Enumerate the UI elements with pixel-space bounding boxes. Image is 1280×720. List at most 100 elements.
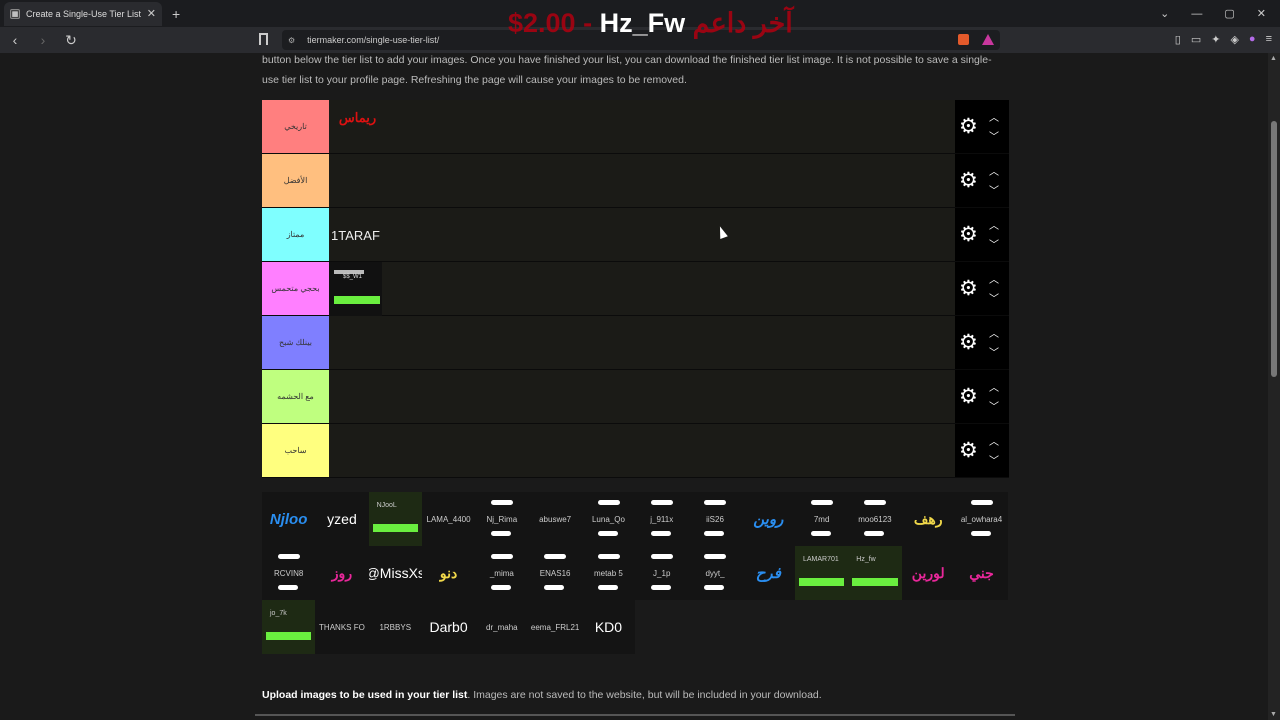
- pool-image[interactable]: iiS26: [688, 492, 742, 546]
- forward-icon[interactable]: ›: [36, 32, 50, 49]
- pool-image-label: لورين: [911, 564, 945, 581]
- pool-image[interactable]: J_1p: [635, 546, 689, 600]
- pool-image[interactable]: Darb0: [421, 600, 476, 654]
- pool-image[interactable]: 7md: [794, 492, 849, 546]
- pool-image[interactable]: ENAS16: [528, 546, 582, 600]
- tier-item[interactable]: ريماس: [331, 100, 384, 154]
- gear-icon[interactable]: ⚙: [959, 440, 978, 461]
- pool-image[interactable]: j_911x: [635, 492, 689, 546]
- menu-icon[interactable]: ≡: [1266, 33, 1272, 46]
- pool-image[interactable]: metab 5: [581, 546, 636, 600]
- back-icon[interactable]: ‹: [8, 32, 22, 49]
- move-down-icon[interactable]: ﹀: [989, 128, 999, 147]
- tier-dropzone[interactable]: $$_W1: [329, 262, 955, 316]
- tier-dropzone[interactable]: 1TARAF: [329, 208, 955, 261]
- tier-label[interactable]: مع الحشمه: [262, 370, 329, 423]
- gear-icon[interactable]: ⚙: [959, 170, 978, 191]
- pool-image[interactable]: روز: [315, 546, 369, 600]
- move-down-icon[interactable]: ﹀: [989, 182, 999, 201]
- new-tab-icon[interactable]: +: [172, 6, 180, 22]
- pool-image[interactable]: 1RBBYS: [368, 600, 422, 654]
- close-window-icon[interactable]: ✕: [1257, 7, 1266, 20]
- pool-image[interactable]: dyyt_: [688, 546, 742, 600]
- move-up-icon[interactable]: ︿: [989, 379, 999, 398]
- move-down-icon[interactable]: ﹀: [989, 290, 999, 309]
- move-down-icon[interactable]: ﹀: [989, 236, 999, 255]
- tier-label[interactable]: ممتاز: [262, 208, 329, 261]
- scroll-up-icon[interactable]: ▲: [1270, 55, 1277, 62]
- gear-icon[interactable]: ⚙: [959, 386, 978, 407]
- pool-image[interactable]: NJooL: [368, 492, 422, 546]
- vpn-icon[interactable]: ◈: [1230, 33, 1238, 46]
- pool-image[interactable]: LAMAR701: [794, 546, 849, 600]
- pool-image[interactable]: moo6123: [848, 492, 902, 546]
- wallet-icon[interactable]: ▭: [1191, 33, 1201, 46]
- pool-image[interactable]: جني: [954, 546, 1009, 600]
- gear-icon[interactable]: ⚙: [959, 116, 978, 137]
- pool-image[interactable]: رهف: [901, 492, 955, 546]
- move-up-icon[interactable]: ︿: [989, 163, 999, 182]
- pool-image[interactable]: Nj_Rima: [475, 492, 529, 546]
- tab-list-chevron-icon[interactable]: ⌄: [1160, 7, 1169, 20]
- pool-image[interactable]: abuswe7: [528, 492, 582, 546]
- tier-item[interactable]: 1TARAF: [329, 208, 382, 262]
- pool-image[interactable]: @MissXs: [368, 546, 422, 600]
- pool-image[interactable]: dr_maha: [475, 600, 529, 654]
- pool-image[interactable]: Hz_fw: [848, 546, 902, 600]
- pool-image[interactable]: Njloo: [262, 492, 316, 546]
- pool-image[interactable]: LAMA_4400: [421, 492, 476, 546]
- move-up-icon[interactable]: ︿: [989, 325, 999, 344]
- scrollbar-thumb[interactable]: [1271, 121, 1277, 377]
- reload-icon[interactable]: ↻: [64, 32, 78, 49]
- pool-image[interactable]: THANKS FO: [315, 600, 369, 654]
- page-scrollbar[interactable]: ▲ ▼: [1268, 53, 1280, 720]
- sidebar-icon[interactable]: ▯: [1175, 33, 1181, 46]
- pool-image[interactable]: RCVIN8: [262, 546, 316, 600]
- move-up-icon[interactable]: ︿: [989, 217, 999, 236]
- pool-image[interactable]: al_owhara4: [954, 492, 1009, 546]
- scroll-down-icon[interactable]: ▼: [1270, 711, 1277, 718]
- tier-label[interactable]: بينلك شبح: [262, 316, 329, 369]
- gear-icon[interactable]: ⚙: [959, 224, 978, 245]
- tab-tiermaker[interactable]: ▦ Create a Single-Use Tier List (Pri ✕: [4, 1, 162, 26]
- window-controls: ⌄ — ▢ ✕: [1160, 0, 1280, 27]
- pool-image[interactable]: لورين: [901, 546, 955, 600]
- pool-image[interactable]: Luna_Qo: [581, 492, 636, 546]
- pool-image[interactable]: yzed: [315, 492, 369, 546]
- tier-dropzone[interactable]: [329, 316, 955, 369]
- tier-dropzone[interactable]: [329, 424, 955, 477]
- tier-label[interactable]: تاريخي: [262, 100, 329, 153]
- extensions-icon[interactable]: ✦: [1211, 33, 1220, 46]
- move-down-icon[interactable]: ﹀: [989, 452, 999, 471]
- move-up-icon[interactable]: ︿: [989, 271, 999, 290]
- gear-icon[interactable]: ⚙: [959, 332, 978, 353]
- pool-image[interactable]: فرح: [741, 546, 795, 600]
- tier-label[interactable]: ساحب: [262, 424, 329, 477]
- pool-image[interactable]: eema_FRL21: [528, 600, 582, 654]
- site-info-icon[interactable]: ⚙: [288, 36, 295, 45]
- leo-icon[interactable]: ●: [1249, 33, 1256, 46]
- pool-image[interactable]: KD0: [581, 600, 636, 654]
- pool-image[interactable]: _mima: [475, 546, 529, 600]
- move-down-icon[interactable]: ﹀: [989, 398, 999, 417]
- maximize-icon[interactable]: ▢: [1224, 7, 1234, 20]
- tier-label[interactable]: الأفضل: [262, 154, 329, 207]
- pool-image[interactable]: دنو: [421, 546, 476, 600]
- brave-rewards-icon[interactable]: [982, 34, 994, 45]
- bookmark-icon[interactable]: [259, 33, 268, 45]
- tier-dropzone[interactable]: ريماس: [329, 100, 955, 153]
- close-tab-icon[interactable]: ✕: [147, 7, 156, 20]
- move-down-icon[interactable]: ﹀: [989, 344, 999, 363]
- tier-item[interactable]: $$_W1: [329, 262, 382, 316]
- brave-shields-icon[interactable]: [958, 34, 969, 45]
- pool-image[interactable]: jo_7k: [262, 600, 316, 654]
- move-up-icon[interactable]: ︿: [989, 109, 999, 128]
- move-up-icon[interactable]: ︿: [989, 433, 999, 452]
- tier-dropzone[interactable]: [329, 370, 955, 423]
- gear-icon[interactable]: ⚙: [959, 278, 978, 299]
- minimize-icon[interactable]: —: [1191, 8, 1202, 20]
- scribble-mark: [970, 531, 991, 536]
- pool-image[interactable]: روين: [741, 492, 795, 546]
- tier-label[interactable]: بحجي متحمس: [262, 262, 329, 315]
- tier-dropzone[interactable]: [329, 154, 955, 207]
